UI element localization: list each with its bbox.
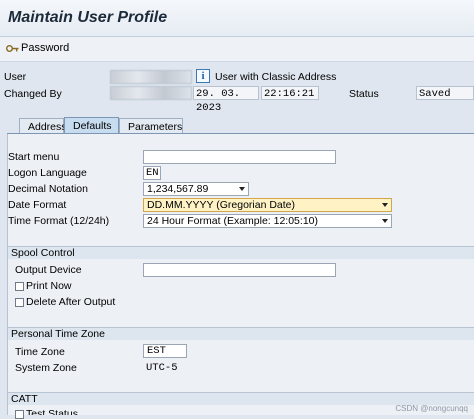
toolbar bbox=[0, 37, 474, 62]
tab-parameters[interactable]: Parameters bbox=[119, 118, 183, 134]
watermark: CSDN @nongcunqq bbox=[395, 404, 468, 413]
changed-time-field: 22:16:21 bbox=[261, 86, 319, 100]
test-status-label: Test Status bbox=[26, 408, 78, 415]
delete-after-output-label: Delete After Output bbox=[26, 296, 116, 308]
tab-defaults[interactable]: Defaults bbox=[64, 117, 119, 134]
status-label: Status bbox=[349, 88, 379, 100]
dropdown-arrow-icon bbox=[382, 219, 388, 223]
changed-date-field: 29. 03. 2023 bbox=[193, 86, 259, 114]
page-title: Maintain User Profile bbox=[8, 9, 168, 26]
time-zone-label: Time Zone bbox=[15, 346, 65, 358]
classic-address-label: User with Classic Address bbox=[215, 71, 337, 83]
decimal-notation-value: 1,234,567.89 bbox=[147, 183, 209, 195]
decimal-notation-label: Decimal Notation bbox=[8, 183, 88, 195]
changed-by-field bbox=[110, 86, 192, 100]
changed-by-label: Changed By bbox=[4, 88, 62, 100]
print-now-checkbox[interactable] bbox=[15, 282, 24, 291]
time-zone-header: Personal Time Zone bbox=[8, 327, 474, 340]
dropdown-arrow-icon bbox=[239, 187, 245, 191]
print-now-label: Print Now bbox=[26, 280, 72, 292]
tab-address[interactable]: Address bbox=[19, 118, 67, 134]
logon-language-label: Logon Language bbox=[8, 167, 87, 179]
start-menu-label: Start menu bbox=[8, 151, 60, 163]
user-label: User bbox=[4, 71, 27, 83]
decimal-notation-select[interactable]: 1,234,567.89 bbox=[143, 182, 249, 196]
key-icon[interactable] bbox=[6, 43, 19, 54]
time-format-select[interactable]: 24 Hour Format (Example: 12:05:10) bbox=[143, 214, 392, 228]
user-field bbox=[110, 70, 192, 84]
output-device-input[interactable] bbox=[143, 263, 336, 277]
time-format-value: 24 Hour Format (Example: 12:05:10) bbox=[147, 215, 318, 227]
dropdown-arrow-icon bbox=[382, 203, 388, 207]
time-zone-input[interactable]: EST bbox=[143, 344, 187, 358]
start-menu-input[interactable] bbox=[143, 150, 336, 164]
logon-language-input[interactable]: EN bbox=[143, 166, 161, 180]
output-device-label: Output Device bbox=[15, 264, 82, 276]
time-format-label: Time Format (12/24h) bbox=[8, 215, 110, 227]
spool-control-header: Spool Control bbox=[8, 246, 474, 259]
status-field: Saved bbox=[416, 86, 474, 100]
system-zone-label: System Zone bbox=[15, 362, 77, 374]
password-button[interactable]: Password bbox=[21, 42, 69, 54]
date-format-label: Date Format bbox=[8, 199, 67, 211]
info-icon[interactable]: i bbox=[196, 69, 210, 83]
system-zone-value: UTC-5 bbox=[146, 362, 178, 374]
date-format-select[interactable]: DD.MM.YYYY (Gregorian Date) bbox=[143, 198, 392, 212]
date-format-value: DD.MM.YYYY (Gregorian Date) bbox=[147, 199, 296, 211]
delete-after-output-checkbox[interactable] bbox=[15, 298, 24, 307]
